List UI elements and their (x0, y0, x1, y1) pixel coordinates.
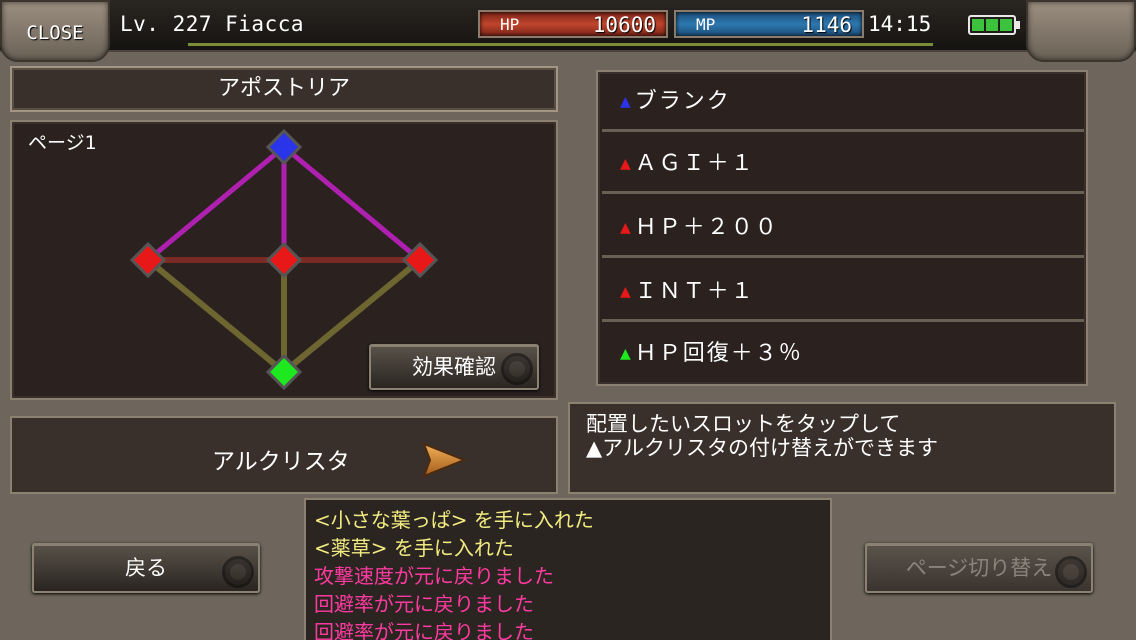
slot-list: ▲ブランク ▲ＡＧＩ＋１ ▲ＨＰ＋２００ ▲ＩＮＴ＋１ ▲ＨＰ回復＋３％ (596, 70, 1088, 386)
log-entry: <小さな葉っぱ> を手に入れた (314, 508, 594, 532)
page-switch-button[interactable]: ページ切り替え (865, 543, 1093, 593)
slot-item-1[interactable]: ▲ブランク (602, 74, 1084, 132)
mp-label: MP (696, 15, 716, 34)
page-switch-label: ページ切り替え (905, 556, 1053, 580)
triangle-marker-icon: ▲ (620, 284, 633, 300)
clock: 14:15 (868, 12, 932, 36)
info-message-box: 配置したいスロットをタップして ▲アルクリスタの付け替えができます (568, 402, 1116, 494)
triangle-marker-icon: ▲ (620, 156, 633, 172)
back-label: 戻る (125, 556, 167, 580)
back-button[interactable]: 戻る (32, 543, 260, 593)
slot-item-5[interactable]: ▲ＨＰ回復＋３％ (602, 326, 1084, 384)
link-left-bottom (145, 257, 287, 375)
slot-label: ブランク (634, 89, 731, 114)
arcrista-label: アルクリスタ (212, 449, 350, 475)
slot-label: ＩＮＴ＋１ (634, 279, 755, 304)
effect-check-label: 効果確認 (412, 355, 496, 379)
mp-gauge: MP 1146 (674, 10, 864, 38)
swirl-ornament-icon (1055, 556, 1087, 588)
link-top-right (281, 144, 423, 263)
hp-label: HP (500, 15, 520, 34)
log-entry: 攻撃速度が元に戻りました (314, 564, 554, 588)
arrow-right-icon[interactable] (420, 442, 468, 478)
battery-icon (968, 15, 1020, 35)
triangle-marker-icon: ▲ (620, 94, 633, 110)
slot-label: ＨＰ＋２００ (634, 215, 779, 240)
apostoria-title: アポストリア (10, 66, 558, 112)
slot-label: ＨＰ回復＋３％ (634, 341, 803, 366)
log-entry: 回避率が元に戻りました (314, 620, 534, 640)
close-button[interactable]: CLOSE (0, 0, 110, 62)
status-bar: Lv. 227 Fiacca HP 10600 MP 1146 14:15 (0, 0, 1136, 52)
swirl-ornament-icon (501, 353, 533, 385)
triangle-marker-icon: ▲ (620, 346, 633, 362)
log-entry: <薬草> を手に入れた (314, 536, 514, 560)
info-line-2: ▲アルクリスタの付け替えができます (586, 436, 938, 460)
node-center[interactable] (265, 241, 303, 279)
exp-bar (188, 43, 933, 46)
effect-check-button[interactable]: 効果確認 (369, 344, 539, 390)
arcrista-selector[interactable]: アルクリスタ (10, 416, 558, 494)
slot-item-4[interactable]: ▲ＩＮＴ＋１ (602, 264, 1084, 322)
hp-value: 10600 (592, 13, 656, 37)
hp-gauge: HP 10600 (478, 10, 668, 38)
mp-value: 1146 (801, 13, 852, 37)
slot-item-3[interactable]: ▲ＨＰ＋２００ (602, 200, 1084, 258)
link-top-left (145, 144, 287, 263)
apostoria-board: ページ1 効果確認 (10, 120, 558, 400)
player-level-name: Lv. 227 Fiacca (120, 12, 305, 36)
triangle-marker-icon: ▲ (620, 220, 633, 236)
corner-ornament (1026, 0, 1136, 62)
message-log: <小さな葉っぱ> を手に入れた <薬草> を手に入れた 攻撃速度が元に戻りました… (304, 498, 832, 640)
close-label: CLOSE (26, 22, 84, 44)
slot-label: ＡＧＩ＋１ (634, 151, 755, 176)
swirl-ornament-icon (222, 556, 254, 588)
slot-item-2[interactable]: ▲ＡＧＩ＋１ (602, 136, 1084, 194)
log-entry: 回避率が元に戻りました (314, 592, 534, 616)
